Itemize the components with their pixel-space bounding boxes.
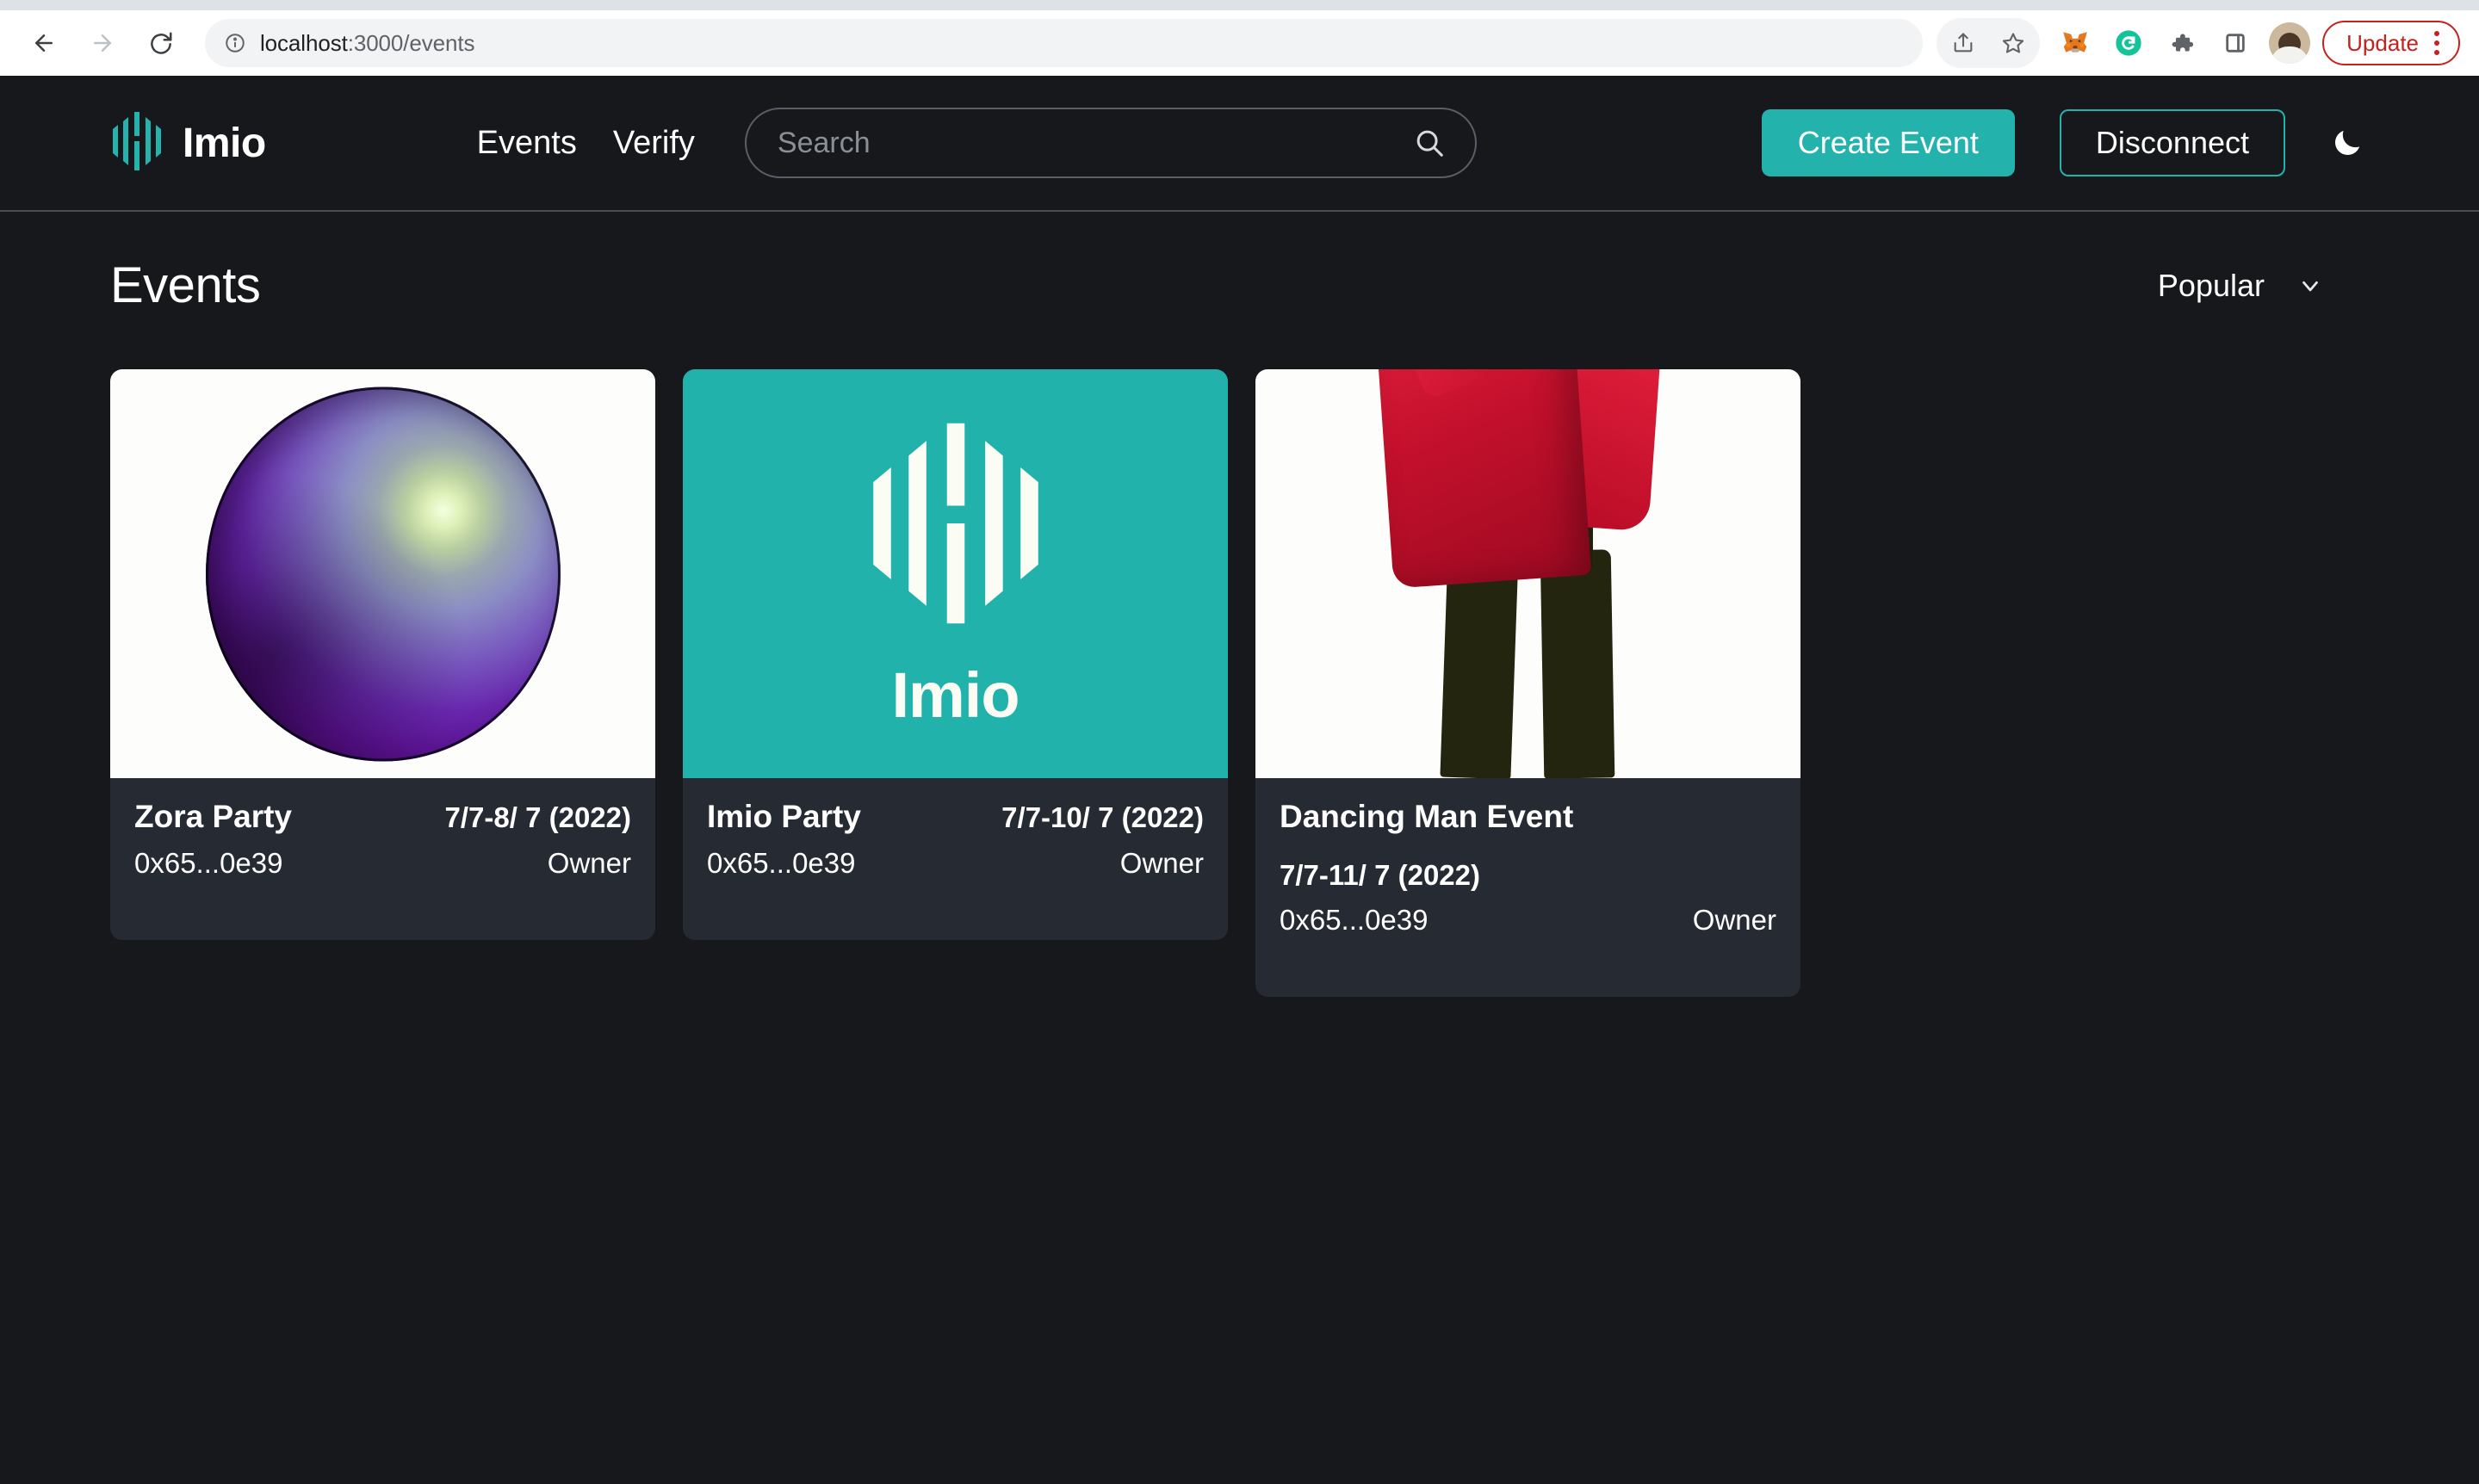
moon-icon[interactable] [2323, 119, 2371, 167]
event-card-image [1255, 369, 1800, 778]
imio-logo-icon [865, 417, 1047, 634]
event-card-title: Dancing Man Event [1280, 799, 1574, 834]
back-arrow-icon[interactable] [19, 18, 69, 68]
event-card-meta-row: 0x65...0e39 Owner [707, 847, 1204, 880]
side-panel-icon[interactable] [2210, 18, 2260, 68]
imio-logo-icon [110, 110, 164, 176]
update-button[interactable]: Update [2322, 21, 2460, 65]
profile-avatar[interactable] [2269, 22, 2311, 64]
event-card-date: 7/7-10/ 7 (2022) [1001, 801, 1204, 833]
avatar-body [2271, 46, 2309, 64]
event-card-image: Imio [683, 369, 1228, 778]
event-card[interactable]: Dancing Man Event 7/7-11/ 7 (2022) 0x65.… [1255, 369, 1800, 997]
app-root: Imio Events Verify Create Event Disconne… [0, 76, 2479, 1484]
dancing-man-artwork [1255, 369, 1800, 778]
event-card-meta-row: 0x65...0e39 Owner [134, 847, 631, 880]
event-card-body: Zora Party 7/7-8/ 7 (2022) 0x65...0e39 O… [110, 778, 655, 940]
event-card-title: Imio Party [707, 799, 861, 834]
dancer-leg-right [1540, 549, 1614, 778]
main-nav: Events Verify [477, 125, 695, 162]
event-card-body: Dancing Man Event 7/7-11/ 7 (2022) 0x65.… [1255, 778, 1800, 997]
address-bar[interactable]: localhost:3000/events [205, 19, 1924, 67]
sort-dropdown-label: Popular [2157, 267, 2265, 303]
event-card[interactable]: Zora Party 7/7-8/ 7 (2022) 0x65...0e39 O… [110, 369, 655, 940]
event-card[interactable]: Imio Imio Party 7/7-10/ 7 (2022) 0x65...… [683, 369, 1228, 940]
site-info-icon[interactable] [224, 32, 246, 54]
disconnect-button[interactable]: Disconnect [2059, 109, 2285, 176]
browser-toolbar-icons: Update [1937, 18, 2460, 68]
search-input[interactable] [777, 126, 1413, 160]
address-bar-url: localhost:3000/events [260, 29, 475, 56]
event-card-title-row: Dancing Man Event 7/7-11/ 7 (2022) [1280, 799, 1776, 892]
dancer-jacket-left [1373, 369, 1591, 589]
event-card-date: 7/7-8/ 7 (2022) [444, 801, 631, 833]
page-title: Events [110, 257, 261, 313]
grammarly-icon[interactable] [2104, 18, 2154, 68]
three-dot-menu-icon[interactable] [2427, 31, 2451, 55]
browser-tab-strip [0, 0, 2479, 10]
page-content: Events Popular Zora Party 7/7-8/ 7 (2022… [0, 212, 2479, 997]
imio-logo-wordmark: Imio [891, 659, 1019, 731]
extensions-puzzle-icon[interactable] [2157, 18, 2207, 68]
header-actions: Create Event Disconnect [1761, 109, 2371, 176]
search-icon[interactable] [1413, 127, 1446, 159]
event-card-grid: Zora Party 7/7-8/ 7 (2022) 0x65...0e39 O… [110, 369, 2369, 997]
event-card-address: 0x65...0e39 [134, 847, 283, 879]
event-card-meta-row: 0x65...0e39 Owner [1280, 904, 1776, 937]
nav-link-verify[interactable]: Verify [613, 125, 695, 162]
zora-sphere-artwork [205, 386, 561, 761]
event-card-image [110, 369, 655, 778]
event-card-date: 7/7-11/ 7 (2022) [1280, 859, 1480, 891]
update-button-label: Update [2346, 29, 2419, 56]
event-card-title: Zora Party [134, 799, 293, 834]
share-bookmark-group [1937, 18, 2041, 68]
bookmark-star-icon[interactable] [1988, 18, 2038, 68]
dancer-legs [1439, 548, 1614, 778]
chevron-down-icon[interactable] [2297, 273, 2323, 299]
event-card-title-row: Zora Party 7/7-8/ 7 (2022) [134, 799, 631, 835]
share-icon[interactable] [1938, 18, 1988, 68]
app-header: Imio Events Verify Create Event Disconne… [0, 76, 2479, 212]
event-card-address: 0x65...0e39 [707, 847, 856, 879]
brand-logo[interactable]: Imio [110, 110, 266, 176]
metamask-fox-icon[interactable] [2050, 18, 2100, 68]
event-card-title-row: Imio Party 7/7-10/ 7 (2022) [707, 799, 1204, 835]
sort-dropdown[interactable]: Popular [2158, 268, 2364, 304]
content-header: Events Popular [110, 257, 2369, 314]
browser-nav-buttons [19, 18, 186, 68]
reload-icon[interactable] [136, 18, 186, 68]
forward-arrow-icon[interactable] [77, 18, 127, 68]
brand-name: Imio [183, 120, 266, 166]
event-card-body: Imio Party 7/7-10/ 7 (2022) 0x65...0e39 … [683, 778, 1228, 940]
nav-link-events[interactable]: Events [477, 125, 577, 162]
event-card-role: Owner [547, 847, 631, 879]
event-card-role: Owner [1692, 904, 1776, 936]
event-card-role: Owner [1119, 847, 1204, 879]
search-bar[interactable] [744, 108, 1477, 178]
browser-toolbar: localhost:3000/events Update [0, 10, 2479, 76]
event-card-address: 0x65...0e39 [1280, 904, 1429, 936]
create-event-button[interactable]: Create Event [1761, 109, 2015, 176]
